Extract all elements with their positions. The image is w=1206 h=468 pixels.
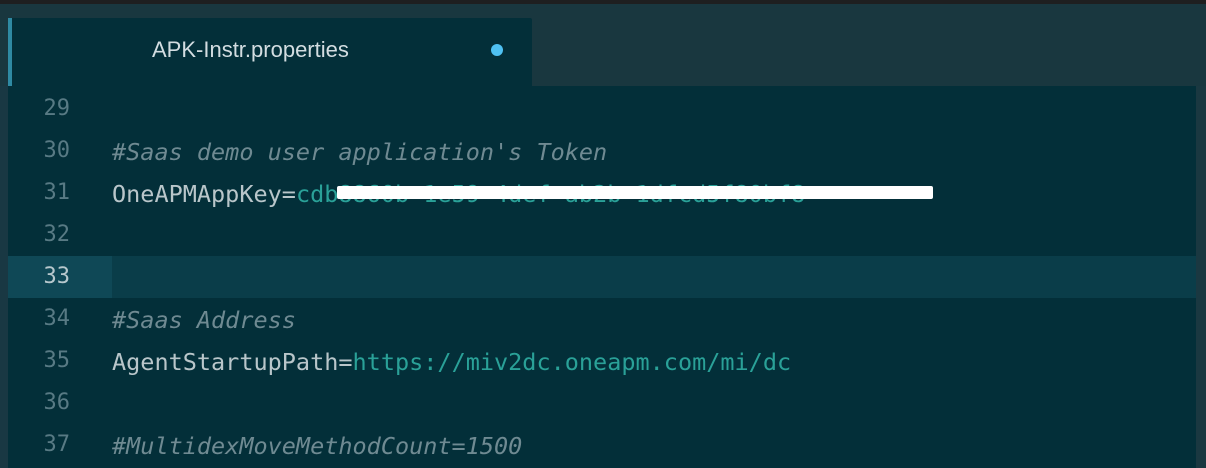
tab-bar: APK-Instr.properties [0, 4, 1206, 86]
property-value: https://miv2dc.oneapm.com/mi/dc [352, 348, 792, 376]
line-content: #Saas demo user application's Token [112, 138, 607, 166]
tab-apk-instr-properties[interactable]: APK-Instr.properties [8, 18, 532, 86]
tab-title: APK-Instr.properties [152, 37, 349, 62]
comment-text: #Saas Address [112, 306, 296, 334]
editor-right-edge [1196, 86, 1206, 468]
code-editor[interactable]: 29 30 #Saas demo user application's Toke… [8, 86, 1196, 468]
property-key: AgentStartupPath= [112, 348, 353, 376]
line-content: #Saas Address [112, 306, 296, 334]
code-line-current[interactable]: 33 [8, 256, 1196, 298]
line-number: 35 [43, 348, 71, 373]
line-content: AgentStartupPath=https://miv2dc.oneapm.c… [112, 348, 791, 376]
line-number: 32 [43, 222, 71, 247]
code-line[interactable]: 37 #MultidexMoveMethodCount=1500 [8, 424, 1196, 466]
code-line[interactable]: 32 [8, 214, 1196, 256]
line-number: 29 [43, 96, 71, 121]
editor-window: APK-Instr.properties 29 30 #Saas demo us… [0, 0, 1206, 468]
code-line[interactable]: 30 #Saas demo user application's Token [8, 130, 1196, 172]
line-number: 36 [43, 390, 71, 415]
comment-text: #Saas demo user application's Token [112, 138, 608, 166]
property-key: OneAPMAppKey= [112, 180, 296, 208]
code-line[interactable]: 36 [8, 382, 1196, 424]
current-line-number: 33 [43, 264, 71, 289]
line-number: 34 [43, 306, 71, 331]
code-line[interactable]: 29 [8, 88, 1196, 130]
active-tab-accent [8, 18, 12, 86]
code-line[interactable]: 34 #Saas Address [8, 298, 1196, 340]
line-number: 30 [43, 138, 71, 163]
redaction-bar [337, 186, 933, 199]
line-number: 37 [43, 432, 71, 457]
line-number: 31 [43, 180, 71, 205]
code-line[interactable]: 35 AgentStartupPath=https://miv2dc.oneap… [8, 340, 1196, 382]
unsaved-dot-icon[interactable] [491, 44, 503, 56]
comment-text: #MultidexMoveMethodCount=1500 [112, 432, 523, 460]
line-content: #MultidexMoveMethodCount=1500 [112, 432, 522, 460]
